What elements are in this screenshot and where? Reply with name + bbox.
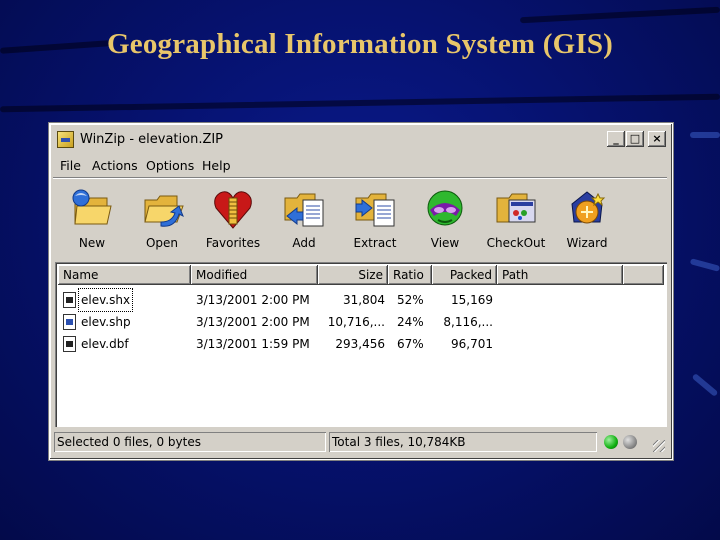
wizard-icon [571,191,606,224]
file-packed: 8,116,... [443,315,493,329]
toolbar-add-label: Add [292,236,316,250]
file-packed: 15,169 [451,293,493,307]
window-title: WinZip - elevation.ZIP [80,132,224,147]
file-modified: 3/13/2001 1:59 PM [196,337,310,351]
table-row[interactable]: elev.shx 3/13/2001 2:00 PM 31,804 52% 15… [57,288,663,312]
column-header-name[interactable]: Name [58,265,191,285]
slide-title: Geographical Information System (GIS) [106,28,614,60]
file-ratio: 24% [397,315,424,329]
file-packed: 96,701 [451,337,493,351]
column-header-ratio[interactable]: Ratio [388,265,432,285]
title-bar[interactable]: WinZip - elevation.ZIP _ □ × [53,127,667,154]
toolbar-wizard-label: Wizard [566,236,608,250]
file-modified: 3/13/2001 2:00 PM [196,315,310,329]
file-modified: 3/13/2001 2:00 PM [196,293,310,307]
bg-streak [689,258,720,272]
file-icon [63,314,76,330]
file-size: 10,716,... [327,315,385,329]
status-bar: Selected 0 files, 0 bytes Total 3 files,… [53,430,667,454]
table-row[interactable]: elev.shp 3/13/2001 2:00 PM 10,716,... 24… [57,311,663,333]
toolbar-add-button[interactable]: Add [269,182,339,254]
toolbar-view-button[interactable]: View [410,182,480,254]
toolbar-extract-button[interactable]: Extract [340,182,410,254]
file-icon [63,292,76,308]
file-name: elev.shp [81,315,131,329]
toolbar-favorites-label: Favorites [205,236,261,250]
add-icon [284,193,324,227]
toolbar-new-label: New [78,236,106,250]
menu-file[interactable]: File [60,158,81,173]
resize-grip[interactable] [653,440,665,452]
favorites-icon [214,191,252,229]
toolbar-wizard-button[interactable]: Wizard [552,182,622,254]
status-green-light-icon [604,435,618,449]
toolbar-open-button[interactable]: Open [127,182,197,254]
menu-options[interactable]: Options [146,158,194,173]
file-size: 31,804 [343,293,385,307]
column-header-path[interactable]: Path [497,265,623,285]
file-name: elev.dbf [81,337,129,351]
table-row[interactable]: elev.dbf 3/13/2001 1:59 PM 293,456 67% 9… [57,333,663,355]
menu-actions[interactable]: Actions [92,158,138,173]
close-button[interactable]: × [648,131,666,147]
checkout-icon [496,193,536,223]
status-total: Total 3 files, 10,784KB [329,432,597,452]
menu-help[interactable]: Help [202,158,231,173]
file-ratio: 52% [397,293,424,307]
view-icon [427,190,463,226]
file-icon [63,336,76,352]
bg-streak [519,6,720,24]
file-ratio: 67% [397,337,424,351]
maximize-button[interactable]: □ [626,131,644,147]
column-header-filler [623,265,664,285]
new-archive-icon [72,189,112,225]
toolbar-view-label: View [430,236,460,250]
status-gray-light-icon [623,435,637,449]
toolbar: New Open Favorites Add Extract View Chec… [53,178,667,260]
status-selected: Selected 0 files, 0 bytes [54,432,326,452]
toolbar-new-button[interactable]: New [57,182,127,254]
extract-icon [355,193,395,227]
toolbar-checkout-label: CheckOut [486,236,546,250]
winzip-app-icon[interactable] [57,131,74,148]
toolbar-checkout-button[interactable]: CheckOut [481,182,551,254]
minimize-button[interactable]: _ [607,131,625,147]
file-list[interactable]: Name Modified Size Ratio Packed Path ele… [55,262,667,427]
file-size: 293,456 [335,337,385,351]
column-header-packed[interactable]: Packed [432,265,497,285]
menu-bar: File Actions Options Help [53,155,667,177]
open-archive-icon [144,195,184,227]
column-header-size[interactable]: Size [318,265,388,285]
bg-streak [690,132,720,138]
toolbar-favorites-button[interactable]: Favorites [198,182,268,254]
bg-streak [691,373,719,397]
winzip-window: WinZip - elevation.ZIP _ □ × File Action… [49,123,673,460]
bg-streak [0,93,720,113]
toolbar-extract-label: Extract [353,236,397,250]
toolbar-open-label: Open [145,236,179,250]
file-name: elev.shx [77,288,134,312]
column-header-modified[interactable]: Modified [191,265,318,285]
